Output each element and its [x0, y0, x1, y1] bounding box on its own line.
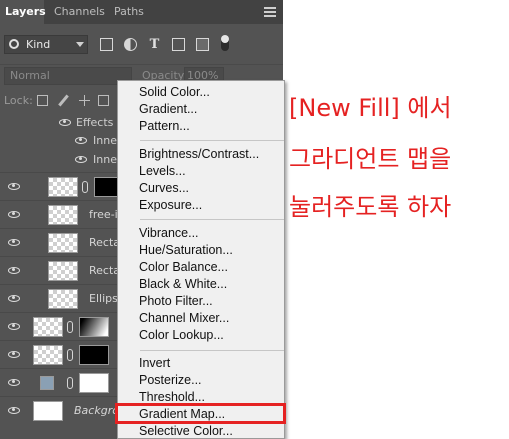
filter-toggle-switch[interactable]	[221, 35, 229, 51]
panel-tab-bar: Layers Channels Paths	[0, 0, 283, 24]
filter-kind-value: Kind	[26, 38, 51, 51]
lock-label: Lock:	[4, 94, 33, 107]
annotation-line-3: 눌러주도록 하자	[289, 193, 452, 221]
eye-icon[interactable]	[8, 351, 20, 358]
menu-item-levels[interactable]: Levels...	[139, 163, 186, 180]
menu-separator	[140, 140, 284, 141]
lock-artboard-icon[interactable]	[98, 95, 109, 106]
menu-item-posterize[interactable]: Posterize...	[139, 372, 202, 389]
menu-separator	[140, 219, 284, 220]
type-layer-filter-icon[interactable]: T	[148, 38, 161, 51]
eye-icon[interactable]	[8, 239, 20, 246]
menu-item-exposure[interactable]: Exposure...	[139, 197, 202, 214]
eye-icon[interactable]	[8, 183, 20, 190]
tab-paths[interactable]: Paths	[114, 0, 144, 24]
lock-brush-icon[interactable]	[58, 95, 69, 106]
layer-mask-thumbnail	[79, 373, 109, 393]
menu-item-black-white[interactable]: Black & White...	[139, 276, 227, 293]
eye-icon[interactable]	[75, 137, 87, 144]
menu-item-brightness-contrast[interactable]: Brightness/Contrast...	[139, 146, 259, 163]
menu-item-hue-saturation[interactable]: Hue/Saturation...	[139, 242, 233, 259]
adjustment-layer-filter-icon[interactable]	[124, 38, 137, 51]
panel-menu-icon[interactable]	[264, 7, 276, 17]
gradient-map-highlight-box	[115, 403, 286, 424]
eye-icon[interactable]	[8, 295, 20, 302]
search-icon	[9, 39, 19, 49]
menu-item-pattern[interactable]: Pattern...	[139, 118, 190, 135]
new-fill-adjustment-menu: Solid Color... Gradient... Pattern... Br…	[117, 80, 285, 439]
smart-object-filter-icon[interactable]	[196, 38, 209, 51]
layer-mask-thumbnail	[79, 345, 109, 365]
eye-icon[interactable]	[8, 267, 20, 274]
layer-thumbnail	[48, 177, 78, 197]
menu-item-selective-color[interactable]: Selective Color...	[139, 423, 233, 438]
fill-color-swatch	[40, 376, 54, 390]
menu-item-channel-mixer[interactable]: Channel Mixer...	[139, 310, 229, 327]
link-icon	[82, 181, 88, 193]
layer-thumbnail	[48, 261, 78, 281]
menu-item-curves[interactable]: Curves...	[139, 180, 189, 197]
layer-thumbnail	[33, 317, 63, 337]
chevron-down-icon	[76, 42, 84, 47]
annotation-line-2: 그라디언트 맵을	[289, 145, 452, 173]
layer-thumbnail	[48, 205, 78, 225]
menu-item-vibrance[interactable]: Vibrance...	[139, 225, 199, 242]
link-icon	[67, 377, 73, 389]
eye-icon[interactable]	[8, 211, 20, 218]
filter-kind-dropdown[interactable]: Kind	[4, 35, 88, 54]
pixel-layer-filter-icon[interactable]	[100, 38, 113, 51]
link-icon	[67, 349, 73, 361]
menu-item-gradient[interactable]: Gradient...	[139, 101, 197, 118]
eye-icon[interactable]	[8, 323, 20, 330]
eye-icon[interactable]	[8, 407, 20, 414]
effects-label: Effects	[76, 116, 114, 129]
menu-item-solid-color[interactable]: Solid Color...	[139, 84, 210, 101]
eye-icon[interactable]	[59, 119, 71, 126]
menu-item-color-lookup[interactable]: Color Lookup...	[139, 327, 224, 344]
menu-item-color-balance[interactable]: Color Balance...	[139, 259, 228, 276]
layer-thumbnail	[33, 401, 63, 421]
eye-icon[interactable]	[75, 156, 87, 163]
lock-position-icon[interactable]	[79, 95, 90, 106]
tab-channels[interactable]: Channels	[54, 0, 105, 24]
lock-transparent-icon[interactable]	[37, 95, 48, 106]
link-icon	[67, 321, 73, 333]
blend-mode-dropdown[interactable]: Normal	[4, 67, 132, 85]
layer-mask-thumbnail	[79, 317, 109, 337]
layer-thumbnail	[48, 233, 78, 253]
annotation-line-1: [New Fill] 에서	[289, 94, 452, 122]
layer-thumbnail	[48, 289, 78, 309]
eye-icon[interactable]	[8, 379, 20, 386]
menu-item-invert[interactable]: Invert	[139, 355, 170, 372]
layer-mask-thumbnail	[94, 177, 118, 197]
menu-item-photo-filter[interactable]: Photo Filter...	[139, 293, 213, 310]
layer-filter-row: Kind T	[0, 24, 283, 64]
shape-layer-filter-icon[interactable]	[172, 38, 185, 51]
layer-thumbnail	[33, 345, 63, 365]
tab-layers[interactable]: Layers	[0, 0, 46, 24]
menu-separator	[140, 350, 284, 351]
